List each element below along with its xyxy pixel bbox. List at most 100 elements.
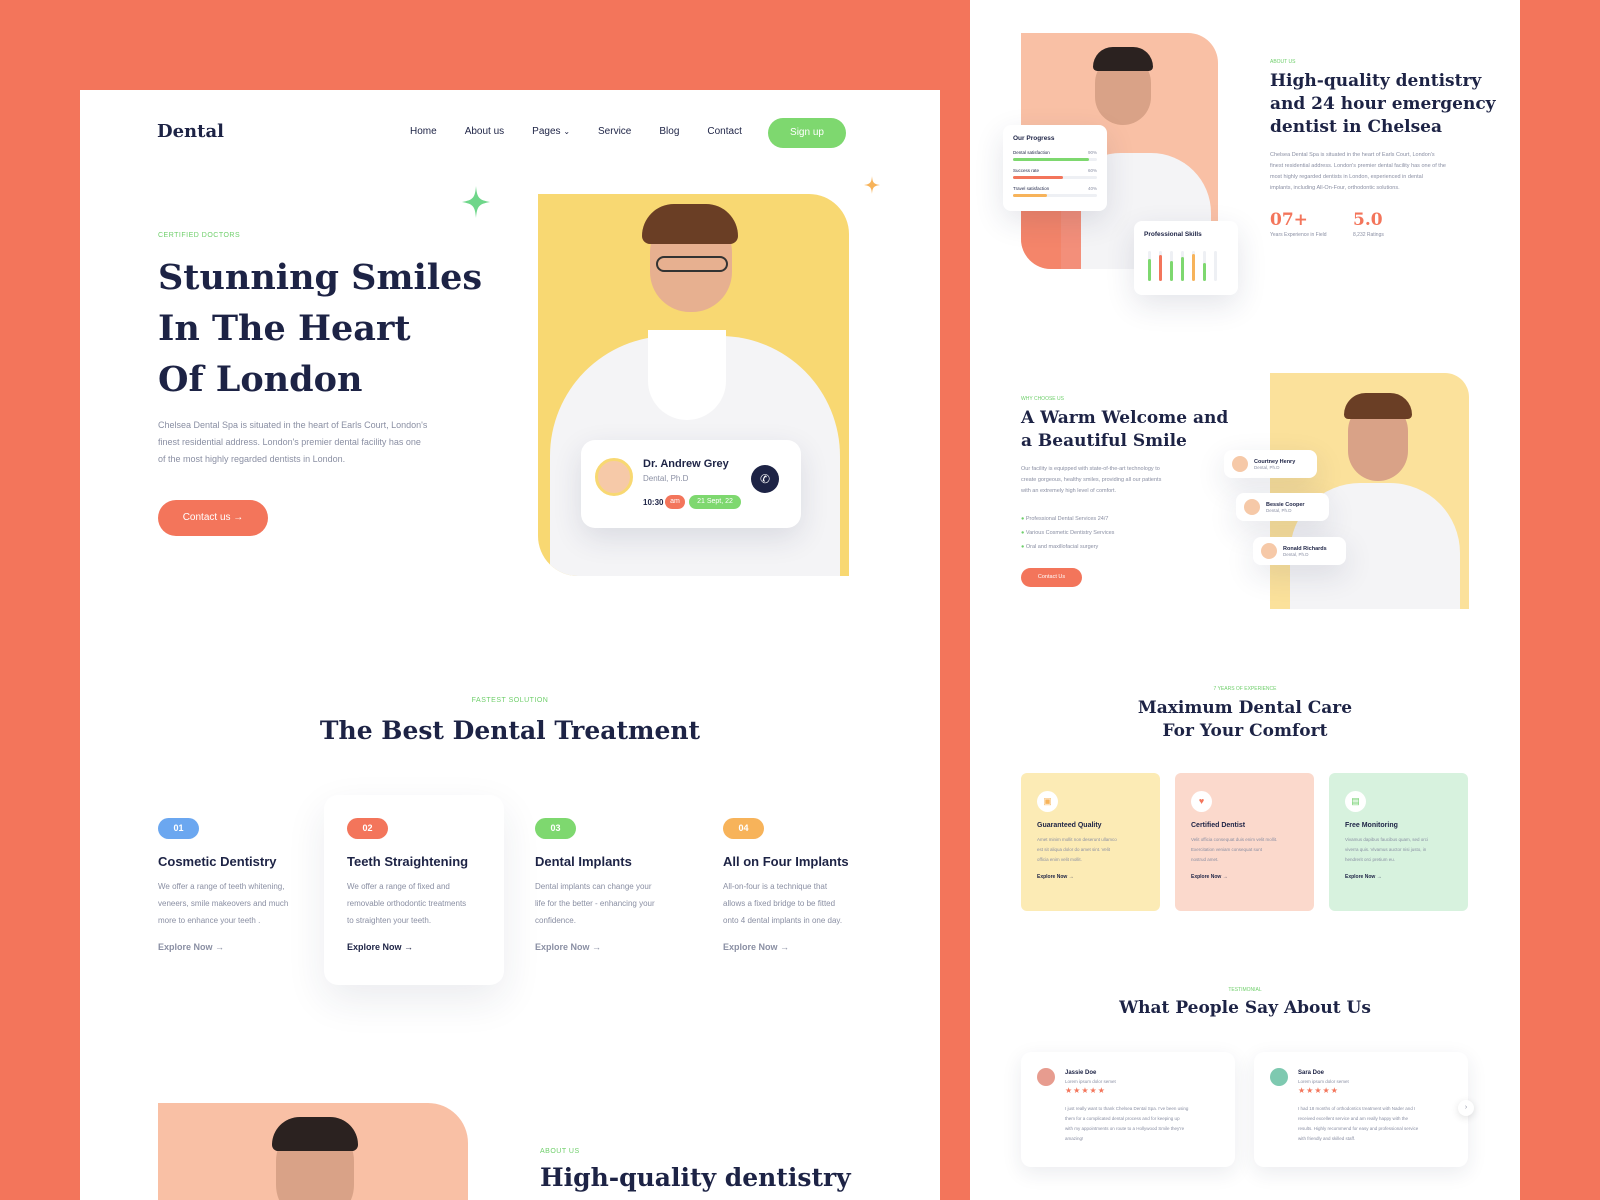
sparkle-icon [864, 176, 880, 194]
testimonial-card: Sara Doe Lorem ipsum dolor semet ★★★★★ I… [1254, 1052, 1468, 1167]
sparkle-icon [462, 186, 490, 218]
team-member-role: Dental, Ph.D [1283, 551, 1309, 557]
quality-icon: ▣ [1037, 791, 1058, 812]
explore-label: Explore Now [1191, 874, 1222, 880]
doctor-name: Dr. Andrew Grey [643, 458, 729, 470]
contact-us-button[interactable]: Contact us → [158, 500, 268, 536]
about-desc-line: finest residential address. London's pre… [1270, 163, 1446, 169]
explore-link[interactable]: Explore Now → [1037, 874, 1144, 880]
service-number: 02 [347, 818, 388, 839]
explore-link[interactable]: Explore Now → [347, 942, 507, 952]
phone-icon[interactable]: ✆ [751, 465, 779, 493]
explore-label: Explore Now [535, 942, 590, 952]
service-desc-line: life for the better - enhancing your [535, 899, 655, 908]
skill-bar-track [1214, 251, 1217, 281]
about-title-line: and 24 hour emergency [1270, 94, 1496, 114]
why-contact-button[interactable]: Contact Us [1021, 568, 1082, 587]
why-desc-line: with an extremely high level of comfort. [1021, 488, 1117, 494]
skills-chart [1148, 251, 1217, 281]
nav-blog[interactable]: Blog [659, 126, 679, 137]
chevron-down-icon: ⌄ [563, 127, 571, 136]
team-member-name: Bessie Cooper [1266, 501, 1305, 508]
explore-link[interactable]: Explore Now → [535, 942, 695, 952]
explore-label: Explore Now [158, 942, 213, 952]
team-member-card[interactable]: Courtney Henry Dental, Ph.D [1224, 450, 1317, 478]
hero-title: Stunning Smiles In The Heart Of London [158, 252, 488, 405]
service-desc-line: All-on-four is a technique that [723, 882, 828, 891]
care-card-line: officia enim velit mollit. [1037, 857, 1082, 862]
team-member-card[interactable]: Ronald Richards Dental, Ph.D [1253, 537, 1346, 565]
check-icon: ● [1021, 516, 1025, 522]
brand-logo[interactable]: Dental [157, 121, 224, 142]
doctor-hair [272, 1117, 358, 1151]
review-line: them for a complicated dental process an… [1065, 1116, 1180, 1121]
stat-value: 07+ [1270, 210, 1308, 230]
service-desc: Dental implants can change your life for… [535, 878, 695, 929]
review-line: received excellent service and am really… [1298, 1116, 1409, 1121]
nav-home[interactable]: Home [410, 126, 437, 137]
progress-label: Success rate [1013, 168, 1040, 173]
skill-bar [1170, 261, 1173, 281]
signup-button[interactable]: Sign up [768, 118, 846, 148]
service-desc-line: confidence. [535, 916, 576, 925]
check-icon: ● [1021, 544, 1025, 550]
arrow-right-icon: → [592, 942, 602, 952]
progress-label: Travel satisfaction [1013, 186, 1050, 191]
service-item[interactable]: 01 Cosmetic Dentistry We offer a range o… [158, 818, 318, 952]
nav-service[interactable]: Service [598, 126, 631, 137]
next-arrow-icon[interactable]: › [1458, 1100, 1474, 1116]
review-line: with friendly and skilled staff. [1298, 1136, 1356, 1141]
review-text: I just really want to thank Chelsea Dent… [1065, 1104, 1230, 1144]
care-card-title: Guaranteed Quality [1037, 822, 1102, 829]
service-title: Cosmetic Dentistry [158, 854, 277, 869]
review-line: I just really want to thank Chelsea Dent… [1065, 1106, 1189, 1111]
service-desc-line: more to enhance your teeth . [158, 916, 261, 925]
nav-pages[interactable]: Pages ⌄ [532, 126, 570, 137]
team-member-info: Bessie Cooper Dental, Ph.D [1266, 502, 1305, 513]
rating-stars: ★★★★★ [1065, 1086, 1106, 1095]
progress-label-row: Success rate 60% [1013, 168, 1097, 173]
explore-link[interactable]: Explore Now → [1345, 874, 1452, 880]
arrow-right-icon: → [233, 512, 244, 523]
service-item[interactable]: 04 All on Four Implants All-on-four is a… [723, 818, 893, 952]
check-item: ● Various Cosmetic Dentistry Services [1021, 526, 1114, 540]
about-title-line: dentist in Chelsea [1270, 117, 1443, 137]
review-text: I had 18 months of orthodontics treatmen… [1298, 1104, 1463, 1144]
service-item[interactable]: 03 Dental Implants Dental implants can c… [535, 818, 695, 952]
skill-bar [1181, 257, 1184, 281]
service-desc-line: veneers, smile makeovers and much [158, 899, 289, 908]
hero-desc-line: Chelsea Dental Spa is situated in the he… [158, 420, 428, 430]
explore-link[interactable]: Explore Now → [1191, 874, 1298, 880]
nav-about[interactable]: About us [465, 126, 504, 137]
stat-label: Years Experience in Field [1270, 232, 1327, 238]
doctor-card: Dr. Andrew Grey Dental, Ph.D 10:30 am 21… [581, 440, 801, 528]
explore-link[interactable]: Explore Now → [723, 942, 893, 952]
about-title: High-quality dentistry and 24 hour emerg… [1270, 70, 1496, 139]
service-item[interactable]: 02 Teeth Straightening We offer a range … [347, 818, 507, 952]
monitor-icon: ▤ [1345, 791, 1366, 812]
nav-contact[interactable]: Contact [707, 126, 741, 137]
hero-title-line: In The Heart [158, 308, 411, 349]
main-nav: Home About us Pages ⌄ Service Blog Conta… [410, 126, 742, 137]
explore-link[interactable]: Explore Now → [158, 942, 318, 952]
progress-row: Travel satisfaction 40% [1013, 186, 1097, 197]
service-desc: All-on-four is a technique that allows a… [723, 878, 893, 929]
care-card-line: Velit officia consequat duis enim velit … [1191, 837, 1278, 842]
team-member-card[interactable]: Bessie Cooper Dental, Ph.D [1236, 493, 1329, 521]
testimonial-title: What People Say About Us [1119, 998, 1371, 1018]
stat-label: 8,232 Ratings [1353, 232, 1384, 238]
team-member-role: Dental, Ph.D [1254, 464, 1280, 470]
why-title-line: a Beautiful Smile [1021, 431, 1187, 451]
about-desc-line: most highly regarded dentists in London,… [1270, 174, 1423, 180]
decorative-shape [1021, 205, 1081, 269]
service-desc-line: allows a fixed bridge to be fitted [723, 899, 836, 908]
progress-title: Our Progress [1013, 135, 1055, 142]
about-eyebrow: ABOUT US [1270, 59, 1296, 65]
heart-icon: ♥ [1191, 791, 1212, 812]
care-card-line: Exercitation veniam consequat sunt [1191, 847, 1263, 852]
team-member-info: Ronald Richards Dental, Ph.D [1283, 546, 1327, 557]
team-member-name: Courtney Henry [1254, 458, 1296, 465]
progress-value: 40% [1087, 186, 1097, 191]
review-line: results. Highly recommend for easy and p… [1298, 1126, 1419, 1131]
service-desc-line: Dental implants can change your [535, 882, 652, 891]
